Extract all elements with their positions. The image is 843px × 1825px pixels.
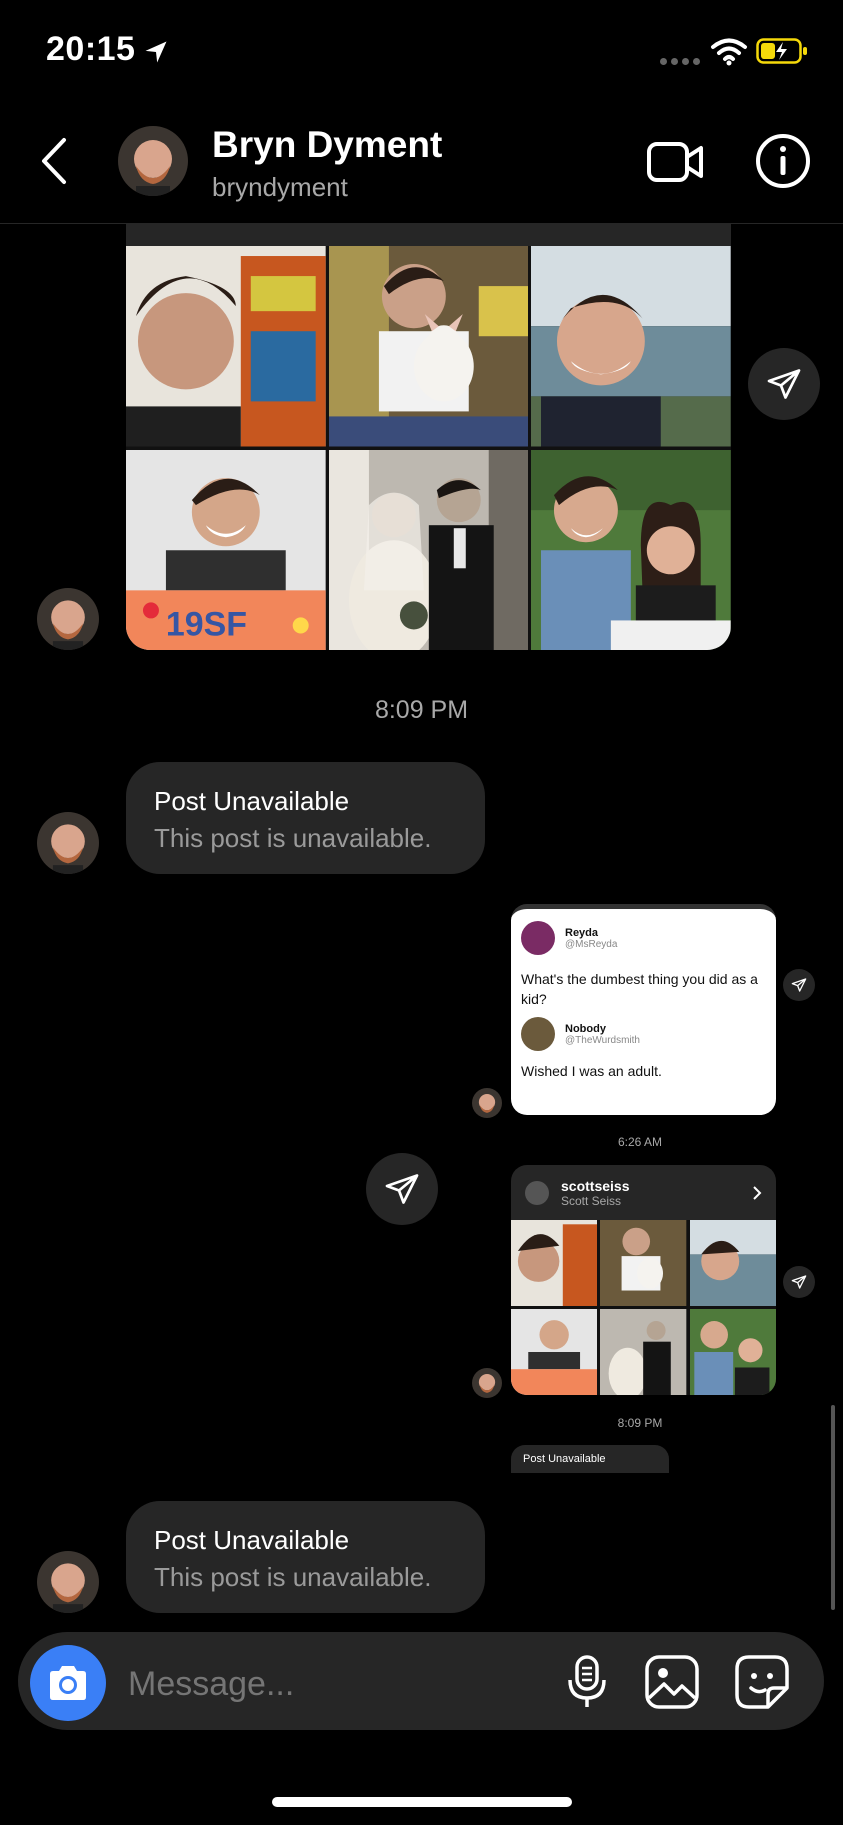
sender-avatar[interactable] bbox=[37, 812, 99, 874]
video-call-icon[interactable] bbox=[646, 136, 704, 188]
share-button-small[interactable] bbox=[783, 969, 815, 1001]
post-unavailable-body: This post is unavailable. bbox=[154, 823, 432, 853]
chevron-right-icon bbox=[753, 1186, 762, 1200]
shared-post-header-strip bbox=[126, 224, 731, 246]
timestamp: 8:09 PM bbox=[374, 696, 469, 724]
post-unavailable-title: Post Unavailable bbox=[154, 1525, 350, 1555]
mini-post-unavailable-title: Post Unavailable bbox=[523, 1453, 606, 1465]
location-arrow-icon bbox=[145, 41, 167, 63]
tweet-reply-name: Nobody bbox=[565, 1022, 606, 1035]
photo-couch-dog bbox=[328, 246, 529, 447]
nested-post-avatar bbox=[525, 1180, 549, 1205]
sender-avatar-small bbox=[472, 1088, 502, 1118]
post-unavailable-title: Post Unavailable bbox=[154, 786, 350, 816]
mini-post-unavailable-bubble: Post Unavailable bbox=[511, 1445, 669, 1473]
info-icon[interactable] bbox=[754, 132, 812, 190]
tweet-author-handle: @MsReyda bbox=[565, 938, 618, 950]
photo-selfie-book bbox=[126, 246, 326, 447]
nested-post-fullname: Scott Seiss bbox=[561, 1193, 622, 1208]
photo-waterfront-selfie bbox=[531, 246, 731, 447]
send-icon bbox=[791, 978, 807, 992]
nested-post-username: scottseiss bbox=[561, 1177, 630, 1194]
status-time: 20:15 bbox=[46, 30, 136, 68]
share-button[interactable] bbox=[748, 348, 820, 420]
tweet-reply-handle: @TheWurdsmith bbox=[565, 1034, 640, 1046]
tweet-screenshot-card[interactable]: Reyda @MsReyda What's the dumbest thing … bbox=[511, 904, 776, 1115]
send-icon bbox=[791, 1275, 807, 1289]
tweet-question: What's the dumbest thing you did as a ki… bbox=[521, 971, 758, 1007]
send-icon bbox=[385, 1174, 419, 1204]
tweet-author-avatar bbox=[521, 921, 555, 955]
share-button[interactable] bbox=[366, 1153, 438, 1225]
photo-couple-license bbox=[531, 449, 731, 650]
wifi-icon bbox=[711, 38, 747, 66]
contact-avatar[interactable] bbox=[118, 126, 188, 196]
sender-avatar[interactable] bbox=[37, 1551, 99, 1613]
tweet-author-name: Reyda bbox=[565, 926, 599, 939]
shared-post-photo-grid[interactable]: 19SF bbox=[126, 246, 731, 650]
send-icon bbox=[767, 369, 801, 399]
timestamp-small: 6:26 AM bbox=[617, 1135, 663, 1149]
gallery-icon[interactable] bbox=[644, 1654, 700, 1710]
contact-username[interactable]: bryndyment bbox=[212, 172, 348, 203]
sender-avatar-small bbox=[472, 1368, 502, 1398]
photo-sketchfest: 19SF bbox=[126, 449, 326, 650]
post-unavailable-bubble[interactable]: Post Unavailable This post is unavailabl… bbox=[126, 1501, 485, 1613]
home-indicator[interactable] bbox=[272, 1797, 572, 1807]
post-unavailable-bubble[interactable]: Post Unavailable This post is unavailabl… bbox=[126, 762, 485, 874]
nested-shared-post[interactable]: scottseiss Scott Seiss bbox=[511, 1165, 776, 1395]
scrollbar[interactable] bbox=[831, 1405, 835, 1610]
timestamp-small: 8:09 PM bbox=[617, 1416, 663, 1430]
camera-icon bbox=[50, 1666, 86, 1700]
back-arrow-icon[interactable] bbox=[34, 134, 74, 188]
nested-photo-grid bbox=[511, 1220, 776, 1395]
tweet-reply-avatar bbox=[521, 1017, 555, 1051]
message-input[interactable] bbox=[126, 1660, 510, 1708]
microphone-icon[interactable] bbox=[566, 1654, 608, 1710]
sticker-icon[interactable] bbox=[734, 1654, 790, 1710]
sender-avatar[interactable] bbox=[37, 588, 99, 650]
signal-dots-icon bbox=[660, 52, 704, 70]
post-unavailable-body: This post is unavailable. bbox=[154, 1562, 432, 1592]
tweet-answer: Wished I was an adult. bbox=[521, 1063, 662, 1079]
photo-wedding bbox=[328, 449, 529, 650]
share-button-small[interactable] bbox=[783, 1266, 815, 1298]
contact-name[interactable]: Bryn Dyment bbox=[212, 124, 442, 166]
svg-text:19SF: 19SF bbox=[166, 605, 247, 643]
camera-button[interactable] bbox=[30, 1645, 106, 1721]
battery-charging-icon bbox=[756, 38, 807, 64]
